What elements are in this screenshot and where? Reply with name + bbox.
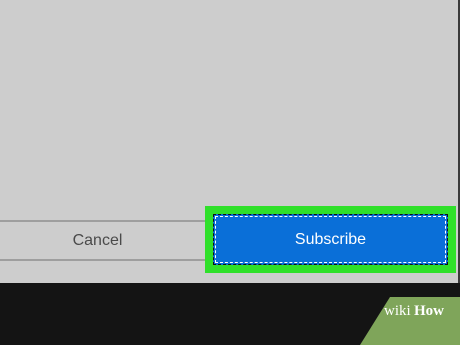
watermark-wiki-text: wiki [384, 303, 411, 319]
footer-divider-bottom [0, 259, 206, 261]
subscribe-button[interactable]: Subscribe [213, 214, 448, 265]
cancel-button[interactable]: Cancel [0, 222, 195, 259]
dialog-body [0, 0, 458, 220]
watermark-how-text: How [414, 303, 444, 319]
wikihow-watermark: wiki How [360, 292, 460, 345]
